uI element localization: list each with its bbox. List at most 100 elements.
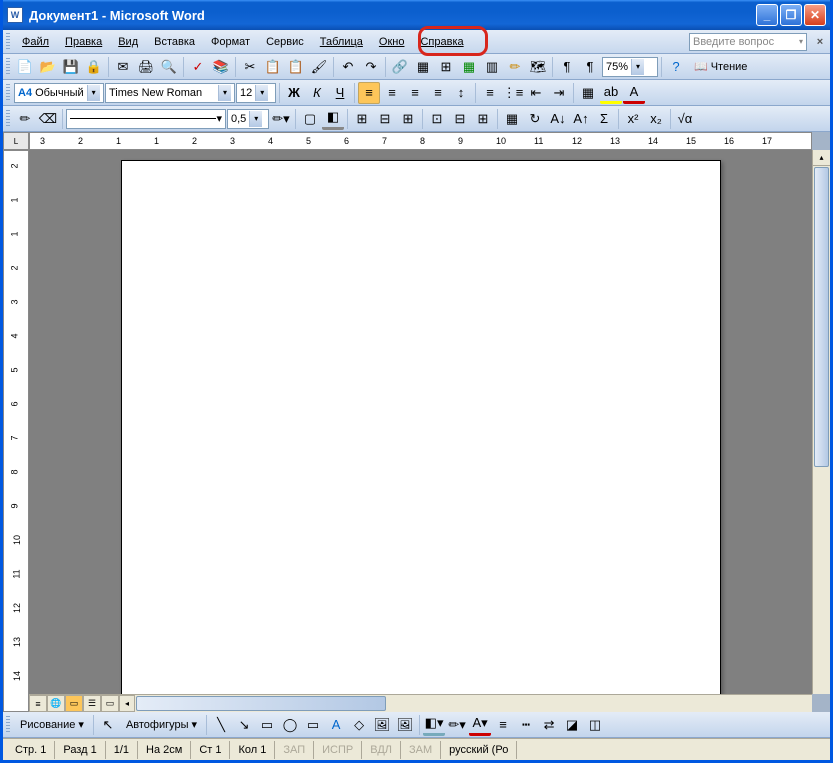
distribute-cols-button[interactable]: ⊞ — [472, 108, 494, 130]
minimize-button[interactable]: _ — [756, 4, 778, 26]
fontcolor2-button[interactable]: A▾ — [469, 714, 491, 736]
research-button[interactable]: 📚 — [210, 56, 232, 78]
paste-button[interactable]: 📋 — [285, 56, 307, 78]
status-ext[interactable]: ВДЛ — [362, 741, 401, 759]
merge-cells-button[interactable]: ⊟ — [374, 108, 396, 130]
menu-tools[interactable]: Сервис — [258, 33, 312, 51]
showmarks-button[interactable]: ¶ — [556, 56, 578, 78]
increase-indent-button[interactable]: ⇥ — [548, 82, 570, 104]
tables-button[interactable]: ▦ — [412, 56, 434, 78]
open-button[interactable]: 📂 — [37, 56, 59, 78]
vertical-ruler[interactable]: 211234567891011121314 — [3, 150, 29, 712]
fontcolor-button[interactable]: А — [623, 82, 645, 104]
autoshapes-button[interactable]: Автофигуры ▾ — [120, 715, 203, 734]
menu-window[interactable]: Окно — [371, 33, 413, 51]
font-combo[interactable]: Times New Roman▾ — [105, 83, 235, 103]
align-center-button[interactable]: ≡ — [381, 82, 403, 104]
vertical-scrollbar[interactable]: ▴ — [812, 150, 830, 694]
format-painter-button[interactable]: 🖌 — [308, 56, 330, 78]
zoom-combo[interactable]: 75%▾ — [602, 57, 658, 77]
maximize-button[interactable]: ❐ — [780, 4, 802, 26]
show-nonprinting-button[interactable]: ¶ — [579, 56, 601, 78]
line-button[interactable]: ╲ — [210, 714, 232, 736]
align-tl-button[interactable]: ⊡ — [426, 108, 448, 130]
shadow-button[interactable]: ◪ — [561, 714, 583, 736]
status-rec[interactable]: ЗАП — [275, 741, 314, 759]
linecolor-button[interactable]: ✏▾ — [446, 714, 468, 736]
bordercolor-button[interactable]: ✏▾ — [270, 108, 292, 130]
hyperlink-button[interactable]: 🔗 — [389, 56, 411, 78]
preview-button[interactable]: 🔍 — [158, 56, 180, 78]
menu-table[interactable]: Таблица — [312, 33, 371, 51]
align-left-button[interactable]: ≡ — [358, 82, 380, 104]
horizontal-ruler[interactable]: 3211234567891011121314151617 — [29, 132, 812, 150]
distribute-rows-button[interactable]: ⊟ — [449, 108, 471, 130]
close-button[interactable]: ✕ — [804, 4, 826, 26]
menu-format[interactable]: Формат — [203, 33, 258, 51]
superscript-button[interactable]: x² — [622, 108, 644, 130]
clipart-button[interactable]: 🖼 — [371, 714, 393, 736]
outline-view-button[interactable]: ☰ — [83, 695, 101, 712]
menu-file[interactable]: Файл — [14, 33, 57, 51]
numbered-list-button[interactable]: ≡ — [479, 82, 501, 104]
menu-edit[interactable]: Правка — [57, 33, 110, 51]
ruler-corner[interactable]: L — [3, 132, 29, 150]
normal-view-button[interactable]: ≡ — [29, 695, 47, 712]
subscript-button[interactable]: x₂ — [645, 108, 667, 130]
3d-button[interactable]: ◫ — [584, 714, 606, 736]
diagram-button[interactable]: ◇ — [348, 714, 370, 736]
new-doc-button[interactable]: 📄 — [14, 56, 36, 78]
toolbar-grip[interactable] — [6, 110, 10, 128]
drawing-menu-button[interactable]: Рисование ▾ — [14, 715, 90, 734]
borders-button[interactable]: ▦ — [577, 82, 599, 104]
linestyle2-button[interactable]: ≡ — [492, 714, 514, 736]
oval-button[interactable]: ◯ — [279, 714, 301, 736]
text-direction-button[interactable]: ↻ — [524, 108, 546, 130]
picture-button[interactable]: 🖼 — [394, 714, 416, 736]
email-button[interactable]: ✉ — [112, 56, 134, 78]
document-area[interactable] — [29, 150, 812, 694]
wordart-button[interactable]: A — [325, 714, 347, 736]
linespacing-button[interactable]: ↕ — [450, 82, 472, 104]
status-ovr[interactable]: ЗАМ — [401, 741, 441, 759]
web-view-button[interactable]: 🌐 — [47, 695, 65, 712]
textbox-button[interactable]: ▭ — [302, 714, 324, 736]
menubar-grip[interactable] — [6, 33, 10, 51]
question-input[interactable]: Введите вопрос▾ — [689, 33, 807, 51]
status-lang[interactable]: русский (Ро — [441, 741, 517, 759]
italic-button[interactable]: К — [306, 82, 328, 104]
read-button[interactable]: 📖 Чтение — [688, 57, 753, 76]
autosum-button[interactable]: Σ — [593, 108, 615, 130]
shading-button[interactable]: ◧ — [322, 108, 344, 130]
underline-button[interactable]: Ч — [329, 82, 351, 104]
docmap-button[interactable]: 🗺 — [527, 56, 549, 78]
lineweight-combo[interactable]: 0,5▾ — [227, 109, 269, 129]
autoformat-button[interactable]: ▦ — [501, 108, 523, 130]
menu-view[interactable]: Вид — [110, 33, 146, 51]
toolbar-grip[interactable] — [6, 716, 10, 734]
print-view-button[interactable]: ▭ — [65, 695, 83, 712]
bold-button[interactable]: Ж — [283, 82, 305, 104]
arrow-button[interactable]: ↘ — [233, 714, 255, 736]
decrease-indent-button[interactable]: ⇤ — [525, 82, 547, 104]
rectangle-button[interactable]: ▭ — [256, 714, 278, 736]
page[interactable] — [121, 160, 721, 694]
eraser-button[interactable]: ⌫ — [37, 108, 59, 130]
menubar-close-button[interactable]: × — [813, 35, 827, 49]
select-objects-button[interactable]: ↖ — [97, 714, 119, 736]
outside-border-button[interactable]: ▢ — [299, 108, 321, 130]
toolbar-grip[interactable] — [6, 84, 10, 102]
excel-button[interactable]: ▦ — [458, 56, 480, 78]
print-button[interactable]: 🖨 — [135, 56, 157, 78]
cut-button[interactable]: ✂ — [239, 56, 261, 78]
menu-insert[interactable]: Вставка — [146, 33, 203, 51]
save-button[interactable]: 💾 — [60, 56, 82, 78]
status-trk[interactable]: ИСПР — [314, 741, 362, 759]
copy-button[interactable]: 📋 — [262, 56, 284, 78]
draw-table-button[interactable]: ✏ — [14, 108, 36, 130]
align-right-button[interactable]: ≡ — [404, 82, 426, 104]
equation-button[interactable]: √α — [674, 108, 696, 130]
horizontal-scrollbar[interactable]: ≡ 🌐 ▭ ☰ ▭ ◂ — [29, 694, 812, 712]
style-combo[interactable]: A4Обычный▾ — [14, 83, 104, 103]
redo-button[interactable]: ↷ — [360, 56, 382, 78]
